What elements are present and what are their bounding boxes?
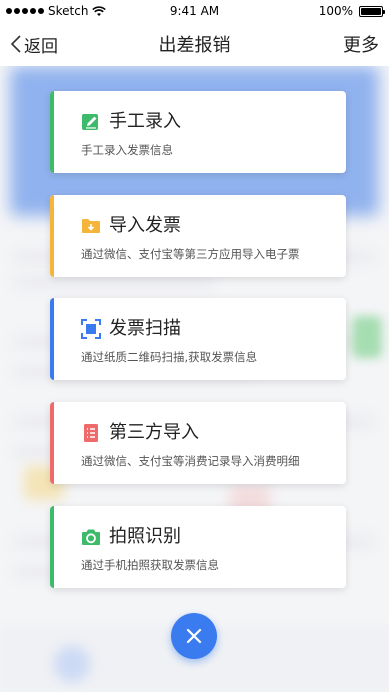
option-photo-recognition[interactable]: 拍照识别 通过手机拍照获取发票信息 bbox=[50, 506, 346, 588]
option-desc: 通过手机拍照获取发票信息 bbox=[81, 558, 219, 572]
nav-bar: 返回 出差报销 更多 bbox=[0, 22, 389, 66]
card-accent bbox=[50, 195, 54, 277]
card-accent bbox=[50, 298, 54, 380]
card-accent bbox=[50, 402, 54, 484]
option-title: 发票扫描 bbox=[109, 318, 181, 339]
folder-download-icon bbox=[82, 219, 100, 233]
option-desc: 通过纸质二维码扫描,获取发票信息 bbox=[81, 350, 258, 364]
edit-icon bbox=[82, 114, 98, 130]
chevron-left-icon bbox=[10, 35, 21, 53]
option-invoice-scan[interactable]: 发票扫描 通过纸质二维码扫描,获取发票信息 bbox=[50, 298, 346, 380]
back-label: 返回 bbox=[24, 36, 58, 57]
camera-icon bbox=[82, 529, 100, 545]
back-button[interactable]: 返回 bbox=[10, 32, 58, 57]
option-import-invoice[interactable]: 导入发票 通过微信、支付宝等第三方应用导入电子票 bbox=[50, 195, 346, 277]
card-accent bbox=[50, 91, 54, 173]
more-button[interactable]: 更多 bbox=[343, 31, 379, 57]
option-title: 手工录入 bbox=[109, 111, 181, 132]
option-manual-entry[interactable]: 手工录入 手工录入发票信息 bbox=[50, 91, 346, 173]
option-desc: 通过微信、支付宝等第三方应用导入电子票 bbox=[81, 247, 300, 261]
option-title: 拍照识别 bbox=[109, 526, 181, 547]
page-title: 出差报销 bbox=[158, 35, 231, 56]
carrier-label: Sketch bbox=[48, 4, 89, 18]
list-icon bbox=[84, 424, 98, 442]
card-accent bbox=[50, 506, 54, 588]
battery-icon bbox=[359, 5, 385, 17]
option-title: 导入发票 bbox=[109, 215, 181, 236]
close-icon bbox=[186, 628, 202, 644]
option-desc: 通过微信、支付宝等消费记录导入消费明细 bbox=[81, 454, 300, 468]
status-bar: Sketch 9:41 AM 100% bbox=[0, 0, 389, 22]
status-right: 100% bbox=[318, 4, 385, 18]
option-third-party-import[interactable]: 第三方导入 通过微信、支付宝等消费记录导入消费明细 bbox=[50, 402, 346, 484]
close-button[interactable] bbox=[171, 613, 217, 659]
battery-percent: 100% bbox=[318, 4, 353, 18]
wifi-icon bbox=[92, 5, 107, 16]
status-left: Sketch bbox=[6, 4, 107, 18]
option-desc: 手工录入发票信息 bbox=[81, 143, 173, 157]
scan-icon bbox=[81, 319, 101, 339]
signal-icon bbox=[6, 8, 44, 14]
option-title: 第三方导入 bbox=[109, 422, 199, 443]
